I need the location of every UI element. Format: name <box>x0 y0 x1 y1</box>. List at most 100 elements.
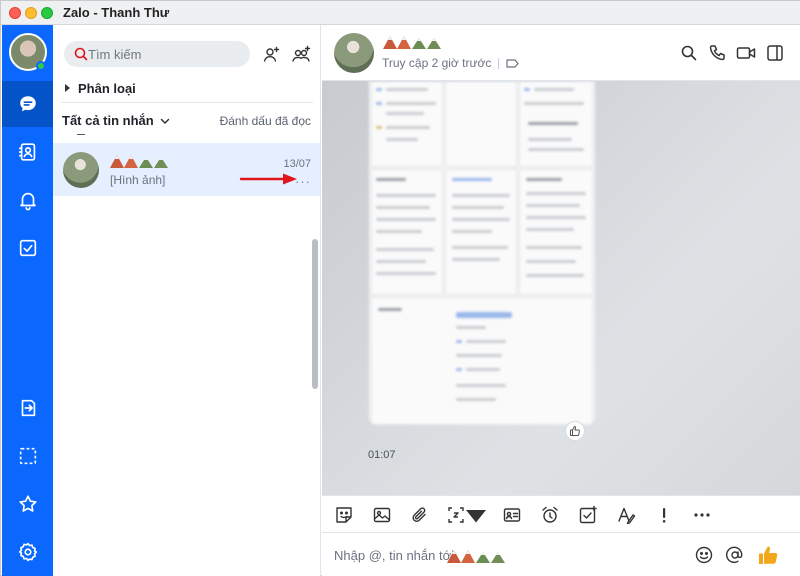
attach-icon <box>412 507 426 523</box>
send-business-card-button[interactable] <box>500 503 524 527</box>
title-bar: Zalo - Thanh Thư <box>1 1 800 25</box>
add-friend-button[interactable] <box>259 42 283 66</box>
sticker-icon <box>336 507 352 523</box>
sticker-button[interactable] <box>332 503 356 527</box>
image-content-block <box>519 169 593 295</box>
send-file-icon <box>21 399 35 417</box>
screenshot-icon <box>448 507 464 523</box>
reminder-button[interactable] <box>538 503 562 527</box>
image-content-block <box>519 81 593 167</box>
nav-screenshot-button[interactable] <box>2 433 53 479</box>
contacts-icon <box>18 143 35 161</box>
mention-button[interactable] <box>723 543 747 567</box>
thumbs-up-icon <box>570 426 580 436</box>
todo-icon <box>19 239 36 257</box>
image-icon <box>373 507 391 523</box>
mention-icon <box>725 546 743 564</box>
message-composer <box>322 533 800 576</box>
reminder-icon <box>542 506 558 523</box>
business-card-icon <box>503 508 521 522</box>
contact-name-emoji <box>110 155 168 168</box>
image-content-block <box>371 297 593 425</box>
settings-icon <box>18 542 37 562</box>
message-area: 01:07 <box>322 81 800 495</box>
nav-rail <box>2 25 53 576</box>
composer-toolbar <box>322 495 800 533</box>
conversation-item[interactable]: [Hình ảnh] 13/07 ··· <box>53 143 320 196</box>
send-image-button[interactable] <box>370 503 394 527</box>
zalo-window: Zalo - Thanh Thư Tìm kiếm Phân loại Tất … <box>0 0 800 576</box>
window-title: Zalo - Thanh Thư <box>63 5 170 20</box>
chat-pane: Truy cập 2 giờ trước 01:07 Nhập @, tin n… <box>322 25 800 576</box>
task-icon <box>579 505 597 524</box>
thumbs-up-icon <box>759 546 778 564</box>
message-preview: [Hình ảnh] <box>110 173 166 187</box>
nav-messages-button[interactable] <box>2 81 53 127</box>
conversation-list-pane: Phân loại Tất cả tin nhắn Đánh dấu đã đọ… <box>53 25 321 576</box>
message-timestamp: 01:07 <box>368 449 396 461</box>
chat-contact-name-emoji[interactable] <box>382 34 452 50</box>
sidebar-toggle-icon <box>767 45 783 61</box>
toggle-info-panel-button[interactable] <box>764 42 786 64</box>
mark-important-button[interactable] <box>652 503 676 527</box>
category-toggle[interactable]: Phân loại <box>65 79 136 97</box>
image-content-block <box>445 81 517 167</box>
emoji-button[interactable] <box>692 543 716 567</box>
minimize-window-button[interactable] <box>25 7 37 19</box>
recipient-name-emoji <box>447 550 505 563</box>
format-text-icon <box>618 507 636 525</box>
image-content-block <box>445 169 517 295</box>
video-call-button[interactable] <box>735 42 757 64</box>
last-active-text: Truy cập 2 giờ trước <box>382 56 492 70</box>
format-text-button[interactable] <box>614 503 638 527</box>
nav-starred-button[interactable] <box>2 481 53 527</box>
attach-file-button[interactable] <box>408 503 432 527</box>
react-button[interactable] <box>565 421 585 441</box>
emoji-icon <box>695 546 713 564</box>
search-in-chat-button[interactable] <box>678 42 700 64</box>
list-separator <box>77 134 85 135</box>
nav-todo-button[interactable] <box>2 225 53 271</box>
screenshot-button[interactable] <box>446 503 486 527</box>
list-scrollbar[interactable] <box>312 239 318 389</box>
create-group-button[interactable] <box>289 42 313 66</box>
phone-icon <box>709 45 725 61</box>
chat-header: Truy cập 2 giờ trước <box>322 25 800 81</box>
bell-icon <box>19 192 36 211</box>
more-tools-button[interactable] <box>690 503 714 527</box>
zoom-window-button[interactable] <box>41 7 53 19</box>
nav-transfer-button[interactable] <box>2 385 53 431</box>
status-separator <box>498 57 500 69</box>
filter-label: Tất cả tin nhắn <box>62 113 154 128</box>
assign-task-button[interactable] <box>576 503 600 527</box>
last-active-status: Truy cập 2 giờ trước <box>382 56 519 70</box>
message-time: 13/07 <box>283 158 311 170</box>
send-like-button[interactable] <box>756 543 780 567</box>
search-icon <box>74 47 88 61</box>
mark-all-read-button[interactable]: Đánh dấu đã đọc <box>220 114 311 128</box>
search-icon <box>681 45 697 61</box>
message-filter-dropdown[interactable]: Tất cả tin nhắn <box>62 113 170 128</box>
image-content-block <box>371 169 443 295</box>
create-group-icon <box>292 45 311 62</box>
nav-contacts-button[interactable] <box>2 129 53 175</box>
category-label: Phân loại <box>78 80 136 96</box>
expand-triangle-icon <box>65 84 70 92</box>
chat-icon <box>19 96 36 112</box>
search-input[interactable] <box>88 45 244 63</box>
screenshot-icon <box>19 447 36 465</box>
divider <box>61 102 313 103</box>
nav-settings-button[interactable] <box>2 529 53 575</box>
image-message[interactable] <box>369 81 595 425</box>
voice-call-button[interactable] <box>706 42 728 64</box>
chat-contact-avatar[interactable] <box>334 33 374 73</box>
tag-icon[interactable] <box>506 58 519 68</box>
close-window-button[interactable] <box>9 7 21 19</box>
online-status-dot <box>36 61 46 71</box>
important-icon <box>662 508 666 523</box>
search-box[interactable] <box>64 41 250 67</box>
caret-down-icon <box>466 510 486 523</box>
contact-avatar <box>63 152 99 188</box>
add-friend-icon <box>263 46 280 62</box>
nav-notifications-button[interactable] <box>2 177 53 223</box>
